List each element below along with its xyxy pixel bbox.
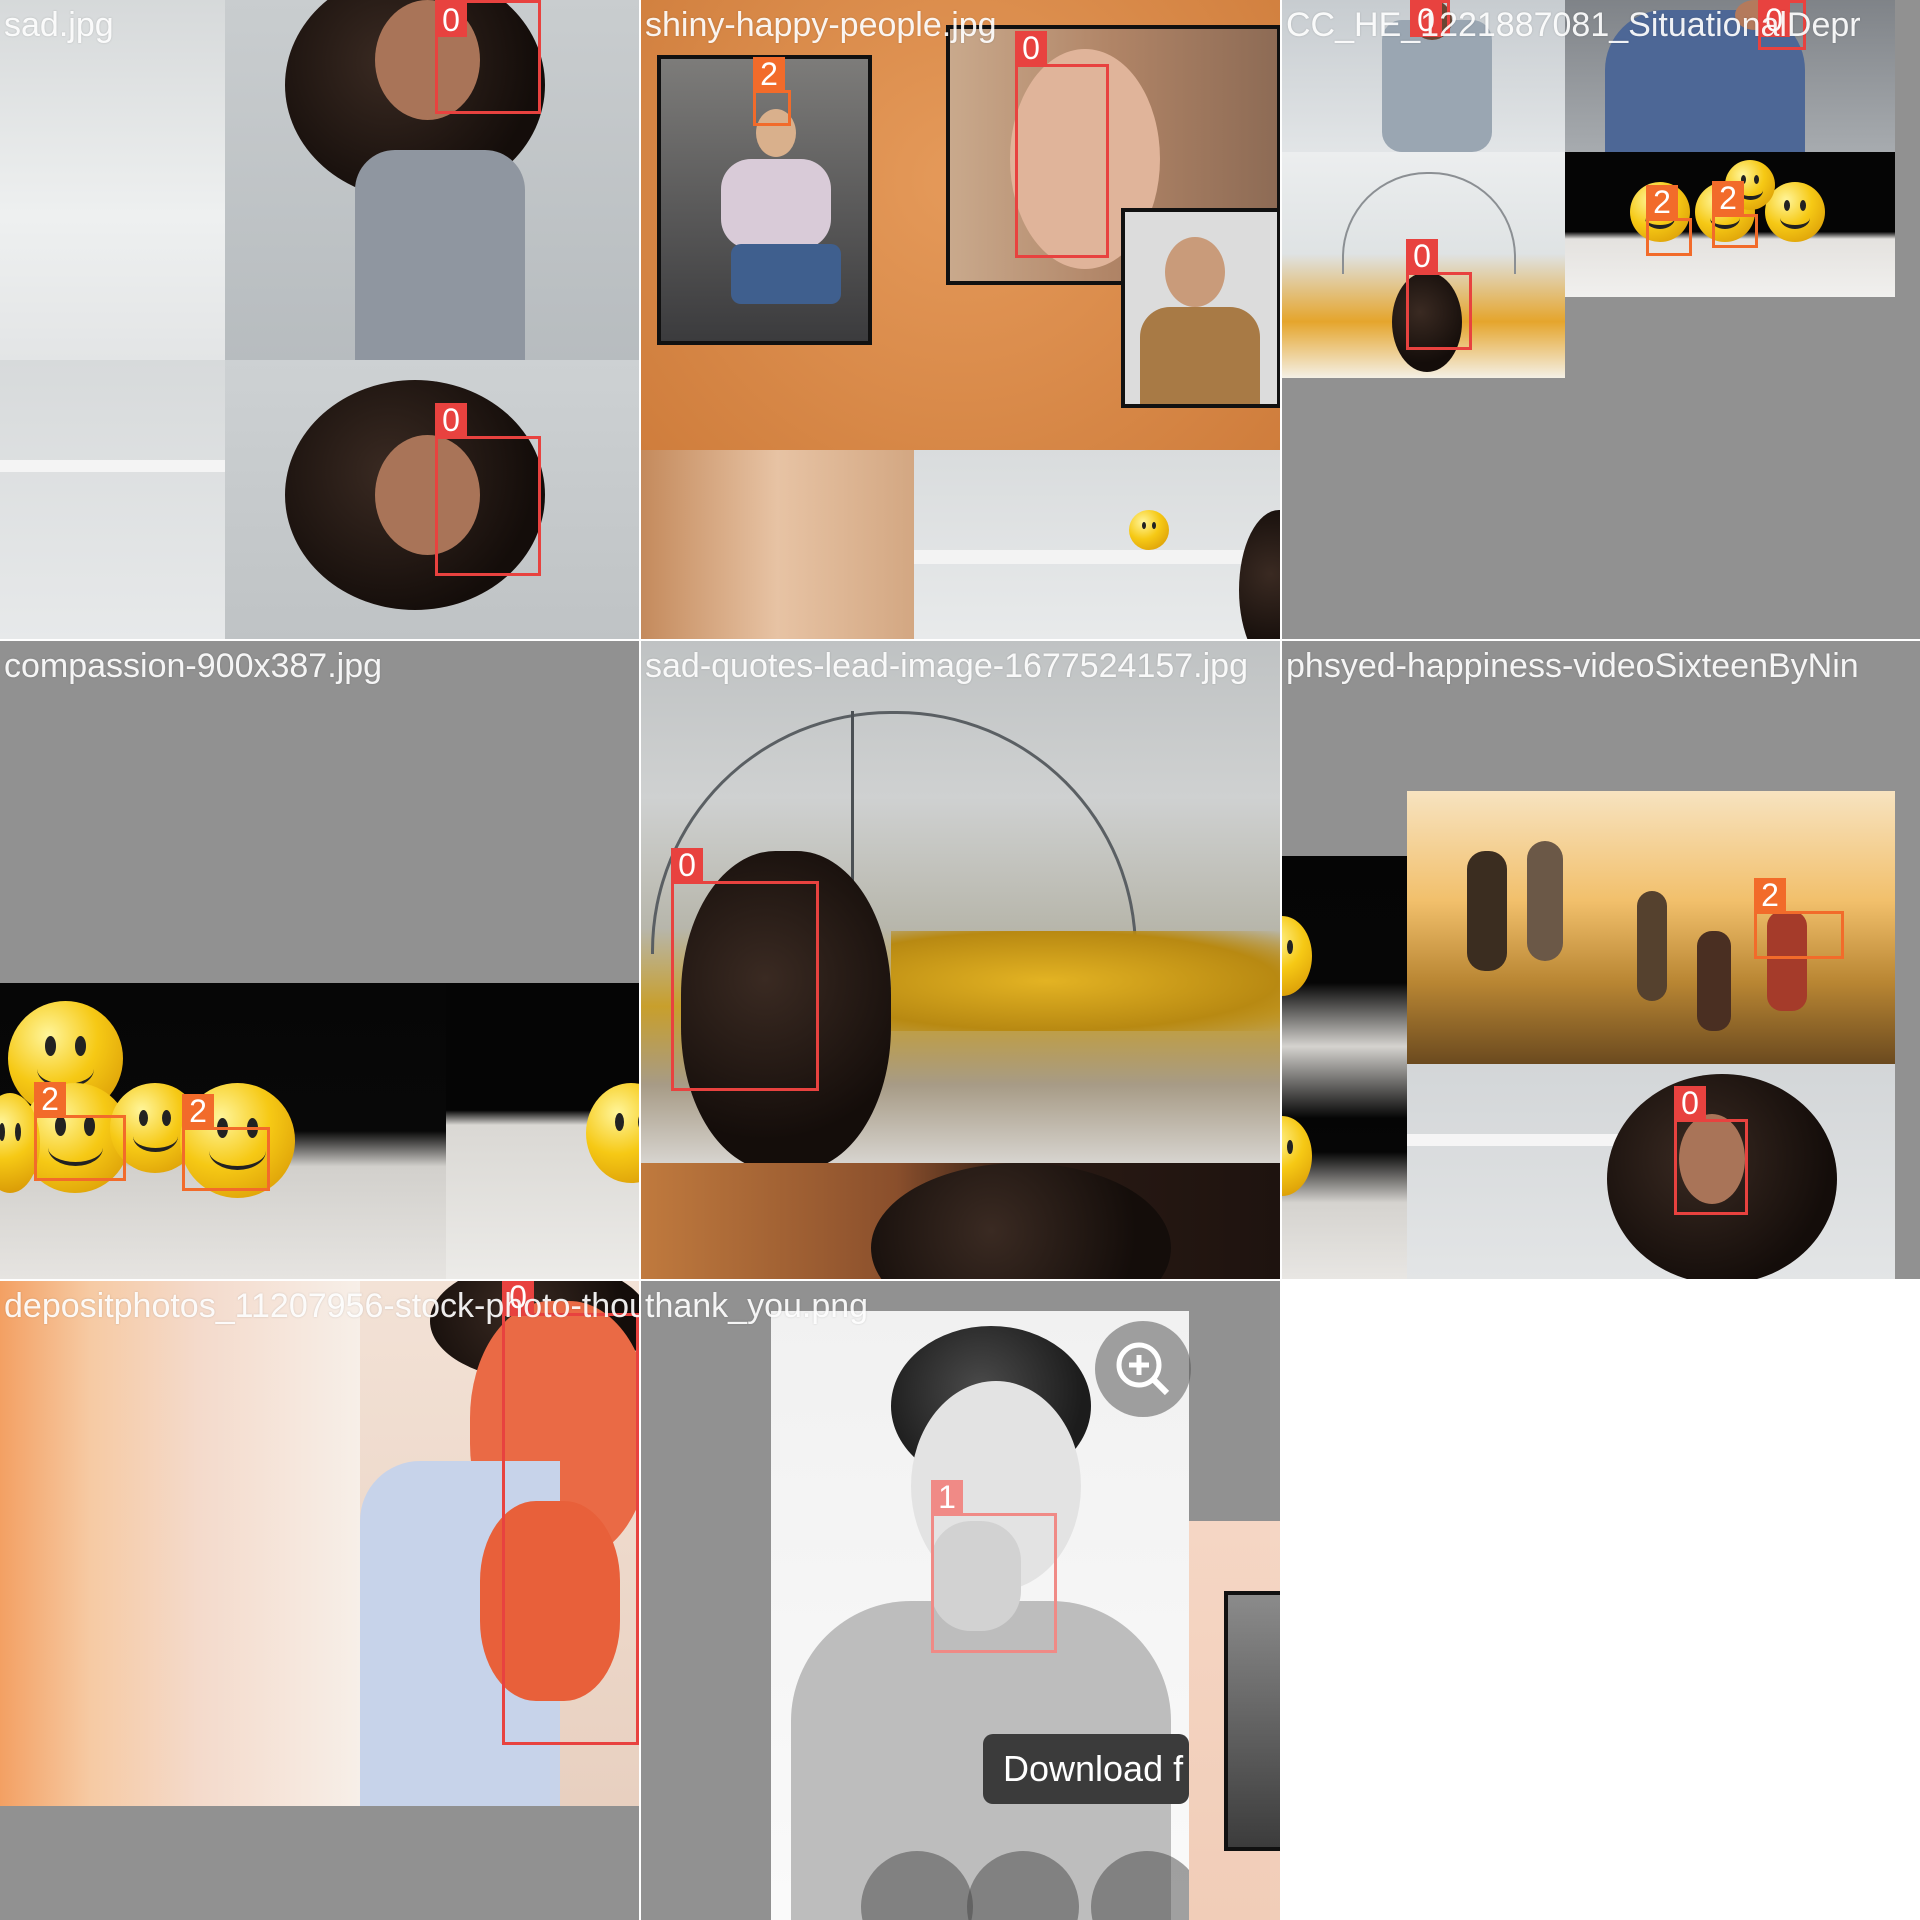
- detection-box: 0: [671, 848, 819, 1091]
- smileys-photo-right: [446, 983, 639, 1279]
- detection-box: 0: [1015, 31, 1109, 258]
- detection-box: 0: [1406, 239, 1472, 350]
- bearded-man-photo: [1121, 208, 1280, 408]
- tile-situational-depression: 0 0 0 2 2 CC_HE_1221887081_SituationalDe…: [1282, 0, 1920, 639]
- tile-filename: sad.jpg: [4, 6, 114, 44]
- detection-box: 1: [931, 1480, 1057, 1653]
- empty-slot: [1282, 1281, 1920, 1920]
- detection-box: 2: [34, 1082, 126, 1181]
- tile-sad-quotes: 0 sad-quotes-lead-image-1677524157.jpg: [641, 641, 1280, 1279]
- class-label: 0: [435, 403, 467, 437]
- detection-box: 2: [753, 57, 791, 126]
- tile-sad: 0 0 sad.jpg: [0, 0, 639, 639]
- woman-photo-top: [225, 0, 639, 360]
- class-label: 2: [34, 1082, 66, 1116]
- download-button[interactable]: Download f: [983, 1734, 1189, 1804]
- tile-thank-you: Download f 1 thank_you.png: [641, 1281, 1280, 1920]
- shelf-photo: [0, 360, 225, 639]
- detection-box: 0: [435, 0, 541, 114]
- class-label: 2: [753, 57, 785, 91]
- class-label: 0: [1015, 31, 1047, 65]
- detection-box: 2: [1646, 185, 1692, 256]
- tile-shiny-happy-people: 2 0 shiny-happy-people.jpg: [641, 0, 1280, 639]
- download-label: Download f: [1003, 1748, 1184, 1789]
- detection-box: 0: [1674, 1086, 1748, 1215]
- smiley-fragment: [1282, 856, 1407, 1279]
- peach-collage-fragment: [1189, 1521, 1280, 1920]
- tile-depositphotos: 0 depositphotos_11207956-stock-photo-tho…: [0, 1281, 639, 1920]
- class-label: 0: [1674, 1086, 1706, 1120]
- detection-box: 2: [1754, 878, 1844, 959]
- class-label: 2: [1646, 185, 1678, 219]
- shelf-photo-2: [914, 450, 1280, 639]
- blurred-doorway: [641, 450, 914, 639]
- class-label: 1: [931, 1480, 963, 1514]
- tile-compassion: 2 2 compassion-900x387.jpg: [0, 641, 639, 1279]
- detection-box: 2: [182, 1094, 270, 1191]
- detection-box: 0: [502, 1281, 639, 1745]
- detection-box: 2: [1712, 181, 1758, 248]
- tile-filename: compassion-900x387.jpg: [4, 647, 383, 685]
- tile-filename: shiny-happy-people.jpg: [645, 6, 997, 44]
- blurred-wall-photo: [0, 1281, 360, 1806]
- tile-happiness-video: 2 0 phsyed-happiness-videoSixteenByNin: [1282, 641, 1920, 1279]
- detection-box: 0: [435, 403, 541, 576]
- tile-filename: CC_HE_1221887081_SituationalDepr: [1286, 6, 1861, 44]
- class-label: 2: [1712, 181, 1744, 215]
- zoom-in-icon[interactable]: [1095, 1321, 1191, 1417]
- woman-photo-bottom: [225, 360, 639, 639]
- tile-filename: phsyed-happiness-videoSixteenByNin: [1286, 647, 1859, 685]
- class-label: 0: [1406, 239, 1438, 273]
- bottom-strip: [641, 1163, 1280, 1279]
- class-label: 0: [671, 848, 703, 882]
- class-label: 2: [182, 1094, 214, 1128]
- class-label: 0: [435, 3, 467, 37]
- orange-collage: [641, 0, 1280, 450]
- woman-shelf-photo: [1407, 1064, 1895, 1279]
- tile-filename: thank_you.png: [645, 1287, 869, 1325]
- tile-filename: depositphotos_11207956-stock-photo-thoug: [4, 1287, 639, 1325]
- bedroom-photo: [0, 0, 225, 360]
- detection-mosaic: 0 0 sad.jpg 2 0 shiny-happy-people.jpg 0…: [0, 0, 1920, 1920]
- class-label: 2: [1754, 878, 1786, 912]
- tile-filename: sad-quotes-lead-image-1677524157.jpg: [645, 647, 1248, 685]
